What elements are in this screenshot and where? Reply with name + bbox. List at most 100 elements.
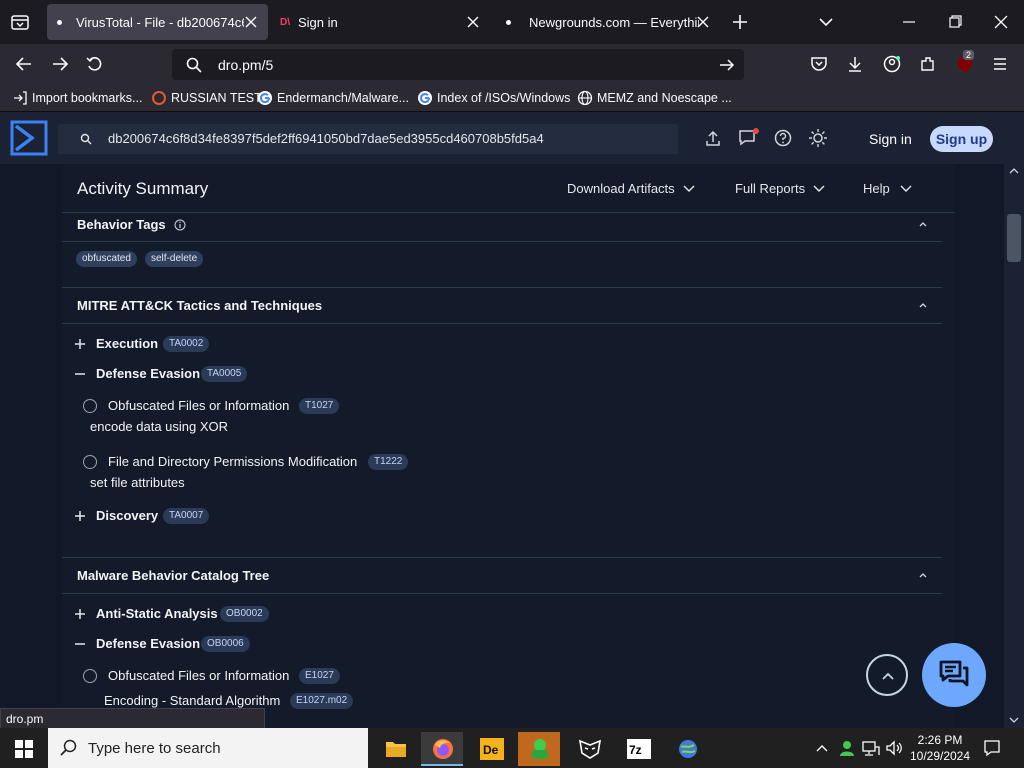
pocket-icon[interactable] <box>810 55 828 73</box>
chevron-down-icon <box>683 185 695 192</box>
full-reports-menu[interactable]: Full Reports <box>735 181 827 196</box>
taskbar-dev-app[interactable]: De <box>470 732 512 766</box>
taskbar-search[interactable]: Type here to search <box>48 728 368 768</box>
go-arrow-icon[interactable] <box>718 57 736 73</box>
help-icon[interactable] <box>774 129 792 147</box>
tab-virustotal[interactable]: VirusTotal - File - db200674c6f8d <box>47 4 268 40</box>
chevron-up-icon[interactable] <box>815 742 829 754</box>
bookmark-russian-test[interactable]: RUSSIAN TEST <box>151 89 262 107</box>
behavior-tag[interactable]: obfuscated <box>76 251 137 267</box>
svg-text:De: De <box>483 743 499 757</box>
page-scrollbar[interactable] <box>1004 164 1024 728</box>
forward-icon[interactable] <box>50 55 70 73</box>
close-tab-icon[interactable] <box>242 13 260 31</box>
back-icon[interactable] <box>14 55 34 73</box>
mbc-section-title[interactable]: Malware Behavior Catalog Tree <box>77 568 269 583</box>
download-artifacts-menu[interactable]: Download Artifacts <box>567 181 697 196</box>
expand-plus-icon[interactable] <box>74 510 86 522</box>
virustotal-logo-icon[interactable] <box>10 120 48 156</box>
tab-list-icon[interactable] <box>10 13 30 31</box>
chat-notifications-icon[interactable] <box>738 127 760 147</box>
expand-plus-icon[interactable] <box>74 338 86 350</box>
objective-defense-evasion[interactable]: Defense Evasion <box>96 636 200 651</box>
network-icon[interactable] <box>861 739 881 757</box>
scroll-down-icon[interactable] <box>1009 716 1019 724</box>
url-text[interactable]: dro.pm/5 <box>218 57 273 73</box>
green-user-tray-icon[interactable] <box>838 739 856 757</box>
expand-plus-icon[interactable] <box>74 608 86 620</box>
chat-button[interactable] <box>922 643 986 707</box>
close-tab-icon[interactable] <box>694 13 712 31</box>
clock-date: 10/29/2024 <box>909 749 971 763</box>
collapse-minus-icon[interactable] <box>74 638 86 650</box>
chat-icon <box>939 660 969 687</box>
taskbar-file-explorer[interactable] <box>374 732 416 766</box>
page-content: Activity Summary Download Artifacts Full… <box>0 164 1004 728</box>
hash-search-value[interactable]: db200674c6f8d34fe8397f5def2ff6941050bd7d… <box>108 131 544 146</box>
tactic-defense-evasion[interactable]: Defense Evasion <box>96 366 200 381</box>
taskbar-clock[interactable]: 2:26 PM 10/29/2024 <box>908 732 972 764</box>
restore-icon[interactable] <box>946 13 964 31</box>
collapse-caret-icon[interactable] <box>918 219 928 229</box>
collapse-caret-icon[interactable] <box>918 300 928 310</box>
info-icon[interactable] <box>174 219 186 231</box>
tab-title: Sign in <box>298 14 338 30</box>
ublock-button[interactable]: 2 <box>955 50 975 74</box>
method-name[interactable]: Encoding - Standard Algorithm <box>104 693 280 708</box>
sign-up-button[interactable]: Sign up <box>930 126 993 152</box>
behavior-name[interactable]: Obfuscated Files or Information <box>108 668 289 683</box>
tab-sign-in[interactable]: D\ Sign in <box>274 4 490 40</box>
sign-in-link[interactable]: Sign in <box>869 131 912 147</box>
notification-center-icon[interactable] <box>983 739 1001 757</box>
extensions-icon[interactable] <box>919 55 937 73</box>
close-tab-icon[interactable] <box>464 13 482 31</box>
upload-icon[interactable] <box>704 129 722 147</box>
scroll-to-top-button[interactable] <box>866 654 908 696</box>
url-bar[interactable]: dro.pm/5 <box>172 49 744 80</box>
bookmark-memz[interactable]: MEMZ and Noescape ... <box>577 89 732 107</box>
behavior-tags-header[interactable]: Behavior Tags <box>77 217 186 232</box>
tab-newgrounds[interactable]: Newgrounds.com — Everything <box>496 4 720 40</box>
site-favicon-icon: D\ <box>280 16 290 28</box>
taskbar-game-app[interactable] <box>518 732 560 766</box>
scroll-up-icon[interactable] <box>1009 167 1019 175</box>
browser-tab-strip: VirusTotal - File - db200674c6f8d D\ Sig… <box>0 0 1024 44</box>
bookmark-isos[interactable]: Index of /ISOs/Windows <box>417 89 570 107</box>
link-status-tooltip: dro.pm <box>0 708 265 730</box>
collapse-minus-icon[interactable] <box>74 368 86 380</box>
divider <box>62 241 942 242</box>
tactic-execution[interactable]: Execution <box>96 336 158 351</box>
menu-label: Help <box>863 181 890 196</box>
mitre-section-title[interactable]: MITRE ATT&CK Tactics and Techniques <box>77 298 322 313</box>
minimize-icon[interactable] <box>900 13 918 31</box>
reload-icon[interactable] <box>85 55 105 73</box>
objective-anti-static-analysis[interactable]: Anti-Static Analysis <box>96 606 218 621</box>
technique-name[interactable]: Obfuscated Files or Information <box>108 398 289 413</box>
taskbar-network-app[interactable] <box>666 732 708 766</box>
new-tab-icon[interactable] <box>731 13 749 31</box>
chevron-down-icon[interactable] <box>817 13 835 31</box>
technique-name[interactable]: File and Directory Permissions Modificat… <box>108 454 357 469</box>
collapse-caret-icon[interactable] <box>918 570 928 580</box>
taskbar-mask-app[interactable] <box>568 732 610 766</box>
hash-search-input[interactable]: db200674c6f8d34fe8397f5def2ff6941050bd7d… <box>58 124 678 154</box>
bookmark-label: Index of /ISOs/Windows <box>437 91 571 105</box>
hamburger-menu-icon[interactable] <box>991 55 1009 73</box>
close-window-icon[interactable] <box>992 13 1010 31</box>
behavior-tag[interactable]: self-delete <box>145 251 204 267</box>
volume-icon[interactable] <box>885 739 903 757</box>
account-icon[interactable] <box>883 55 901 73</box>
scrollbar-thumb[interactable] <box>1007 214 1021 262</box>
taskbar-firefox[interactable] <box>421 732 463 766</box>
svg-text:7z: 7z <box>629 743 642 757</box>
bookmark-endermanch[interactable]: Endermanch/Malware... <box>257 89 409 107</box>
theme-toggle-icon[interactable] <box>808 128 828 148</box>
bookmark-import[interactable]: Import bookmarks... <box>12 89 142 107</box>
globe-icon <box>577 90 593 106</box>
taskbar-7zip[interactable]: 7z <box>617 732 659 766</box>
download-icon[interactable] <box>846 55 864 73</box>
tactic-discovery[interactable]: Discovery <box>96 508 158 523</box>
divider <box>62 323 942 324</box>
windows-start-icon[interactable] <box>15 740 33 758</box>
help-menu[interactable]: Help <box>863 181 914 196</box>
